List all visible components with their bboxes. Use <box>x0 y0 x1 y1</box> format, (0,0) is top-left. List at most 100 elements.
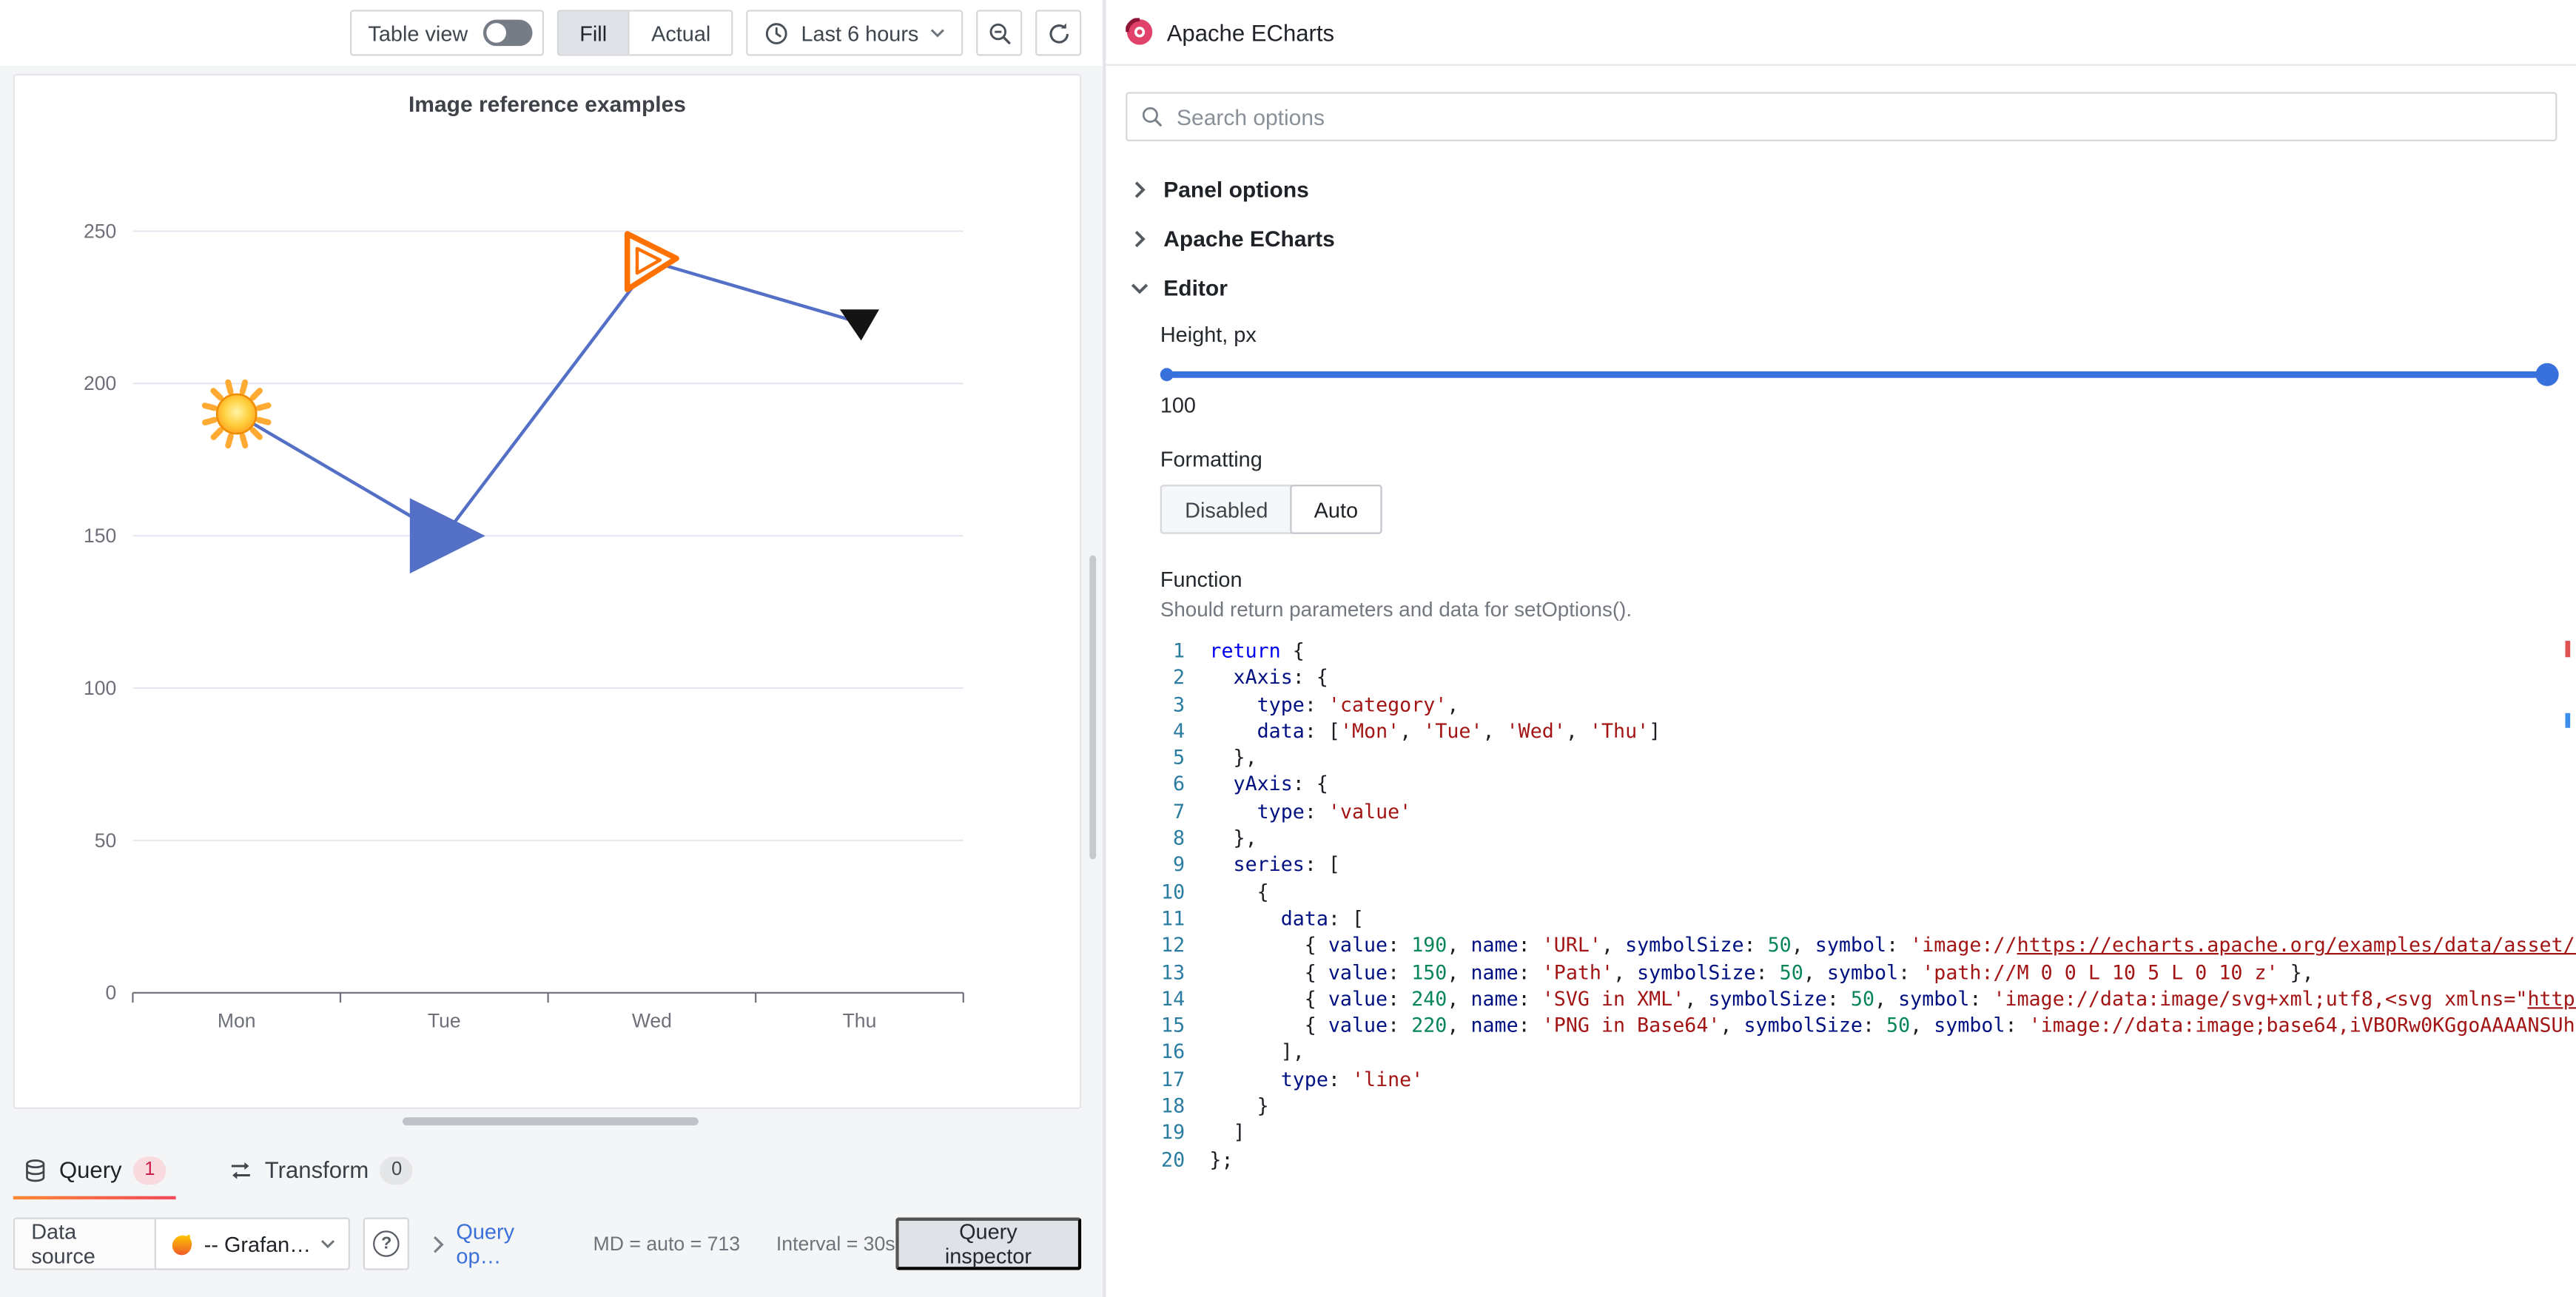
echarts-line-chart[interactable]: 050100150200250MonTueWedThu <box>15 75 1080 1108</box>
chevron-down-icon <box>930 28 945 38</box>
table-view-toggle-group[interactable]: Table view <box>350 10 543 55</box>
height-value: 100 <box>1160 393 2557 417</box>
refresh-icon <box>1046 21 1070 45</box>
query-options-label: Query op… <box>456 1219 556 1269</box>
line-number: 6 <box>1160 772 1210 798</box>
code-line[interactable]: 11 data: [ <box>1160 906 2576 932</box>
chevron-right-icon <box>1131 229 1149 247</box>
code-line[interactable]: 15 { value: 220, name: 'PNG in Base64', … <box>1160 1012 2576 1039</box>
options-pane: Apache ECharts Panel options Apache ECha… <box>1106 0 2576 1297</box>
svg-text:200: 200 <box>84 372 116 394</box>
code-lines[interactable]: 1return {2 xAxis: {3 type: 'category',4 … <box>1160 638 2576 1173</box>
search-icon <box>1140 105 1163 128</box>
vertical-scrollbar[interactable] <box>1089 556 1096 860</box>
line-number: 14 <box>1160 986 1210 1012</box>
time-range-picker[interactable]: Last 6 hours <box>747 10 963 55</box>
line-number: 20 <box>1160 1146 1210 1173</box>
tab-query-label: Query <box>59 1156 122 1183</box>
code-line[interactable]: 8 }, <box>1160 825 2576 852</box>
plugin-header: Apache ECharts <box>1106 0 2576 66</box>
data-source-value: -- Grafan… <box>204 1231 311 1256</box>
line-number: 9 <box>1160 852 1210 878</box>
query-inspector-button[interactable]: Query inspector <box>895 1218 1082 1270</box>
apache-echarts-logo-icon <box>1126 18 1154 46</box>
horizontal-scrollbar[interactable] <box>403 1117 699 1125</box>
query-options-toggle[interactable]: Query op… <box>432 1219 556 1269</box>
transform-count-badge: 0 <box>380 1156 413 1184</box>
slider-start-dot <box>1160 368 1174 381</box>
code-line[interactable]: 12 { value: 190, name: 'URL', symbolSize… <box>1160 932 2576 959</box>
code-line[interactable]: 10 { <box>1160 878 2576 905</box>
section-label: Apache ECharts <box>1163 226 1335 250</box>
help-circle-icon: ? <box>374 1230 400 1257</box>
line-number: 1 <box>1160 638 1210 664</box>
code-line[interactable]: 6 yAxis: { <box>1160 772 2576 798</box>
refresh-button[interactable] <box>1035 10 1081 55</box>
formatting-label: Formatting <box>1160 447 2557 471</box>
section-panel-options[interactable]: Panel options <box>1106 164 2576 214</box>
code-line[interactable]: 17 type: 'line' <box>1160 1066 2576 1093</box>
line-number: 7 <box>1160 798 1210 825</box>
svg-text:Mon: Mon <box>218 1009 256 1031</box>
tab-transform[interactable]: Transform 0 <box>219 1140 423 1199</box>
function-label: Function <box>1160 567 2557 591</box>
max-data-points-info: MD = auto = 713 <box>593 1233 741 1256</box>
code-line[interactable]: 2 xAxis: { <box>1160 664 2576 691</box>
code-line[interactable]: 14 { value: 240, name: 'SVG in XML', sym… <box>1160 986 2576 1012</box>
line-number: 19 <box>1160 1119 1210 1146</box>
line-number: 8 <box>1160 825 1210 852</box>
display-mode-fill[interactable]: Fill <box>558 12 628 55</box>
options-search <box>1126 92 2557 141</box>
line-number: 16 <box>1160 1039 1210 1065</box>
code-line[interactable]: 3 type: 'category', <box>1160 691 2576 718</box>
code-editor[interactable]: 1return {2 xAxis: {3 type: 'category',4 … <box>1160 638 2576 1297</box>
code-line[interactable]: 16 ], <box>1160 1039 2576 1065</box>
transform-icon <box>229 1157 253 1182</box>
slider-handle[interactable] <box>2536 363 2559 386</box>
data-source-help-button[interactable]: ? <box>363 1218 409 1270</box>
table-view-switch[interactable] <box>482 20 532 47</box>
height-slider[interactable] <box>1160 363 2557 386</box>
function-description: Should return parameters and data for se… <box>1160 598 2557 621</box>
line-number: 13 <box>1160 959 1210 986</box>
query-count-badge: 1 <box>133 1156 166 1184</box>
data-source-label: Data source <box>13 1218 155 1270</box>
search-options-input[interactable] <box>1126 92 2557 141</box>
code-line[interactable]: 18 } <box>1160 1093 2576 1119</box>
code-line[interactable]: 7 type: 'value' <box>1160 798 2576 825</box>
code-line[interactable]: 9 series: [ <box>1160 852 2576 878</box>
clock-icon <box>765 21 790 45</box>
slider-track[interactable] <box>1160 371 2557 378</box>
line-number: 4 <box>1160 718 1210 744</box>
chevron-down-icon <box>1131 278 1149 296</box>
code-line[interactable]: 13 { value: 150, name: 'Path', symbolSiz… <box>1160 959 2576 986</box>
line-number: 10 <box>1160 878 1210 905</box>
height-label: Height, px <box>1160 322 2557 346</box>
query-editor-bar: Data source -- Grafan… ? Query op… MD = … <box>13 1214 1081 1273</box>
display-mode-group: Fill Actual <box>556 10 733 55</box>
code-line[interactable]: 5 }, <box>1160 744 2576 771</box>
left-pane: Table view Fill Actual Last 6 hours Imag… <box>0 0 1104 1297</box>
overview-ruler-mark <box>2566 641 2571 657</box>
code-line[interactable]: 19 ] <box>1160 1119 2576 1146</box>
code-line[interactable]: 4 data: ['Mon', 'Tue', 'Wed', 'Thu'] <box>1160 718 2576 744</box>
tab-query[interactable]: Query 1 <box>13 1140 176 1199</box>
section-apache-echarts[interactable]: Apache ECharts <box>1106 214 2576 263</box>
data-source-picker[interactable]: -- Grafan… <box>155 1218 350 1270</box>
svg-text:100: 100 <box>84 677 116 699</box>
svg-text:250: 250 <box>84 220 116 242</box>
formatting-option-auto[interactable]: Auto <box>1289 485 1382 534</box>
tab-transform-label: Transform <box>265 1156 369 1183</box>
code-line[interactable]: 20}; <box>1160 1146 2576 1173</box>
line-number: 5 <box>1160 744 1210 771</box>
chart-canvas[interactable]: 050100150200250MonTueWedThu <box>15 75 1080 1108</box>
code-line[interactable]: 1return { <box>1160 638 2576 664</box>
editor-section-body: Height, px 100 Formatting Disabled Auto … <box>1106 312 2576 1297</box>
section-label: Panel options <box>1163 177 1309 201</box>
formatting-option-disabled[interactable]: Disabled <box>1162 486 1291 532</box>
display-mode-actual[interactable]: Actual <box>628 12 732 55</box>
interval-info: Interval = 30s <box>776 1233 895 1256</box>
section-editor[interactable]: Editor <box>1106 263 2576 312</box>
line-number: 3 <box>1160 691 1210 718</box>
zoom-out-button[interactable] <box>976 10 1022 55</box>
